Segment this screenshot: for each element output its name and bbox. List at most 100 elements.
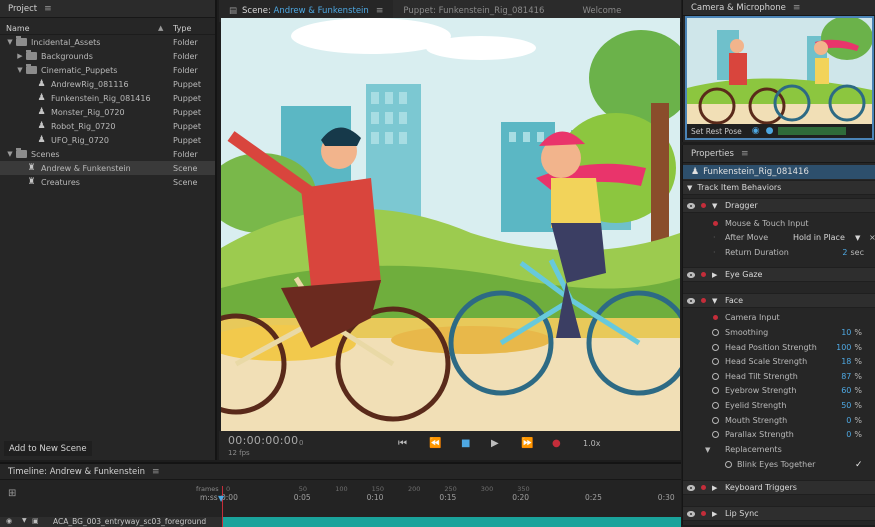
chevron-down-icon[interactable]: ▼ — [705, 446, 710, 454]
timecode[interactable]: 00:00:00:00 — [228, 434, 298, 447]
project-item[interactable]: ♟ Funkenstein_Rig_081416 Puppet — [0, 91, 215, 105]
chevron-down-icon[interactable]: ▼ — [16, 66, 24, 74]
return-duration-value[interactable]: 2 sec — [842, 248, 864, 257]
microphone-icon[interactable]: ● — [766, 126, 774, 136]
track-lock-icon[interactable]: ▣ — [32, 517, 39, 525]
chevron-right-icon[interactable]: ▶ — [712, 510, 717, 518]
after-move-select[interactable]: Hold in Place — [793, 233, 845, 242]
project-item[interactable]: ♟ AndrewRig_081116 Puppet — [0, 77, 215, 91]
scene-canvas[interactable] — [221, 18, 680, 431]
face-param-number[interactable]: 18 — [841, 357, 851, 366]
chevron-right-icon[interactable]: ▶ — [16, 52, 24, 60]
face-param-value[interactable]: 60% — [841, 386, 862, 395]
chevron-down-icon[interactable]: ▼ — [712, 297, 717, 305]
stopwatch-icon[interactable] — [712, 358, 719, 366]
face-param-value[interactable]: 100% — [836, 343, 862, 352]
close-icon[interactable]: × — [869, 233, 875, 242]
panel-menu-icon[interactable]: ≡ — [44, 4, 52, 14]
project-item[interactable]: ♟ UFO_Rig_0720 Puppet — [0, 133, 215, 147]
playhead-handle-icon[interactable]: ▼ — [218, 494, 224, 503]
face-param-number[interactable]: 100 — [836, 343, 851, 352]
project-item[interactable]: ♜ Creatures Scene — [0, 175, 215, 189]
visibility-eye-icon[interactable]: ◉ — [6, 517, 12, 525]
track-item-behaviors-section[interactable]: ▼ Track Item Behaviors — [683, 180, 875, 195]
stopwatch-icon[interactable] — [725, 461, 732, 468]
add-marker-icon[interactable]: ⊞ — [8, 488, 16, 499]
record-icon[interactable]: ● — [552, 438, 561, 449]
stopwatch-icon[interactable] — [712, 402, 719, 409]
visibility-eye-icon[interactable] — [687, 271, 695, 278]
scene-menu-icon[interactable]: ≡ — [376, 6, 384, 16]
add-to-new-scene-button[interactable]: Add to New Scene — [4, 441, 92, 456]
behavior-dragger[interactable]: ▼ Dragger — [683, 198, 875, 213]
camera-menu-icon[interactable]: ≡ — [793, 3, 801, 13]
stopwatch-icon[interactable] — [712, 372, 719, 380]
project-item[interactable]: ▼ Incidental_Assets Folder — [0, 35, 215, 49]
visibility-eye-icon[interactable] — [687, 297, 695, 304]
chevron-right-icon[interactable]: ▶ — [712, 484, 717, 492]
face-param-value[interactable]: 18% — [841, 357, 862, 366]
stopwatch-icon[interactable] — [712, 329, 719, 336]
project-item[interactable]: ♟ Monster_Rig_0720 Puppet — [0, 105, 215, 119]
stopwatch-icon[interactable] — [712, 416, 719, 424]
column-name[interactable]: Name — [6, 24, 30, 33]
playhead[interactable] — [222, 486, 223, 527]
record-arm-icon[interactable] — [701, 298, 706, 303]
face-param-number[interactable]: 10 — [841, 328, 851, 337]
chevron-down-icon[interactable]: ▼ — [855, 234, 860, 242]
visibility-eye-icon[interactable] — [687, 484, 695, 491]
step-back-icon[interactable]: ⏪ — [429, 438, 441, 449]
stop-icon[interactable]: ■ — [461, 438, 470, 449]
face-param-number[interactable]: 87 — [841, 372, 851, 381]
step-forward-icon[interactable]: ⏩ — [521, 438, 533, 449]
record-arm-icon[interactable] — [701, 511, 706, 516]
sort-asc-icon[interactable]: ▲ — [158, 24, 163, 32]
return-duration-number[interactable]: 2 — [842, 248, 847, 257]
chevron-down-icon[interactable]: ▼ — [687, 184, 692, 192]
face-param-number[interactable]: 0 — [846, 430, 851, 439]
project-item[interactable]: ♟ Robot_Rig_0720 Puppet — [0, 119, 215, 133]
record-arm-icon[interactable] — [701, 272, 706, 277]
playback-speed[interactable]: 1.0x — [583, 439, 600, 448]
project-item[interactable]: ▼ Scenes Folder — [0, 147, 215, 161]
chevron-down-icon[interactable]: ▼ — [22, 517, 27, 524]
project-item[interactable]: ♜ Andrew & Funkenstein Scene — [0, 161, 215, 175]
checkbox-checked-icon[interactable]: ✓ — [855, 460, 863, 470]
column-type[interactable]: Type — [173, 24, 191, 33]
face-param-number[interactable]: 0 — [846, 416, 851, 425]
record-arm-icon[interactable] — [713, 315, 718, 320]
set-rest-pose-button[interactable]: Set Rest Pose — [691, 127, 742, 136]
chevron-right-icon[interactable]: ▶ — [712, 271, 717, 279]
stopwatch-icon[interactable] — [712, 387, 719, 395]
face-param-number[interactable]: 60 — [841, 386, 851, 395]
timeline-menu-icon[interactable]: ≡ — [152, 467, 160, 477]
chevron-down-icon[interactable]: ▼ — [6, 150, 14, 158]
selected-puppet[interactable]: ♟ Funkenstein_Rig_081416 — [683, 165, 875, 179]
stopwatch-icon[interactable] — [712, 343, 719, 351]
behavior-face[interactable]: ▼ Face — [683, 293, 875, 308]
record-arm-icon[interactable] — [713, 221, 718, 226]
chevron-down-icon[interactable]: ▼ — [6, 38, 14, 46]
behavior-keyboard-triggers[interactable]: ▶ Keyboard Triggers — [683, 480, 875, 495]
behavior-eye-gaze[interactable]: ▶ Eye Gaze — [683, 267, 875, 282]
visibility-eye-icon[interactable] — [687, 202, 695, 209]
play-icon[interactable]: ▶ — [491, 438, 499, 449]
track-clip[interactable] — [222, 517, 681, 527]
project-item[interactable]: ▶ Backgrounds Folder — [0, 49, 215, 63]
face-param-value[interactable]: 10% — [841, 328, 862, 337]
chevron-down-icon[interactable]: ▼ — [712, 202, 717, 210]
behavior-lip-sync[interactable]: ▶ Lip Sync — [683, 506, 875, 521]
face-param-value[interactable]: 50% — [841, 401, 862, 410]
record-arm-icon[interactable] — [701, 485, 706, 490]
timeline-ruler[interactable]: 0:00 0:05 0:10 0:15 0:20 0:25 0:30 0 50 100 150 200… — [218, 484, 680, 506]
properties-menu-icon[interactable]: ≡ — [741, 149, 749, 159]
tab-welcome[interactable]: Welcome — [572, 6, 631, 16]
face-param-value[interactable]: 0% — [846, 430, 862, 439]
face-tracking-icon[interactable]: ◉ — [752, 126, 760, 136]
project-item[interactable]: ▼ Cinematic_Puppets Folder — [0, 63, 215, 77]
go-to-start-icon[interactable]: ⏮ — [398, 438, 407, 449]
visibility-eye-icon[interactable] — [687, 510, 695, 517]
face-param-value[interactable]: 87% — [841, 372, 862, 381]
face-param-value[interactable]: 0% — [846, 416, 862, 425]
record-arm-icon[interactable] — [701, 203, 706, 208]
